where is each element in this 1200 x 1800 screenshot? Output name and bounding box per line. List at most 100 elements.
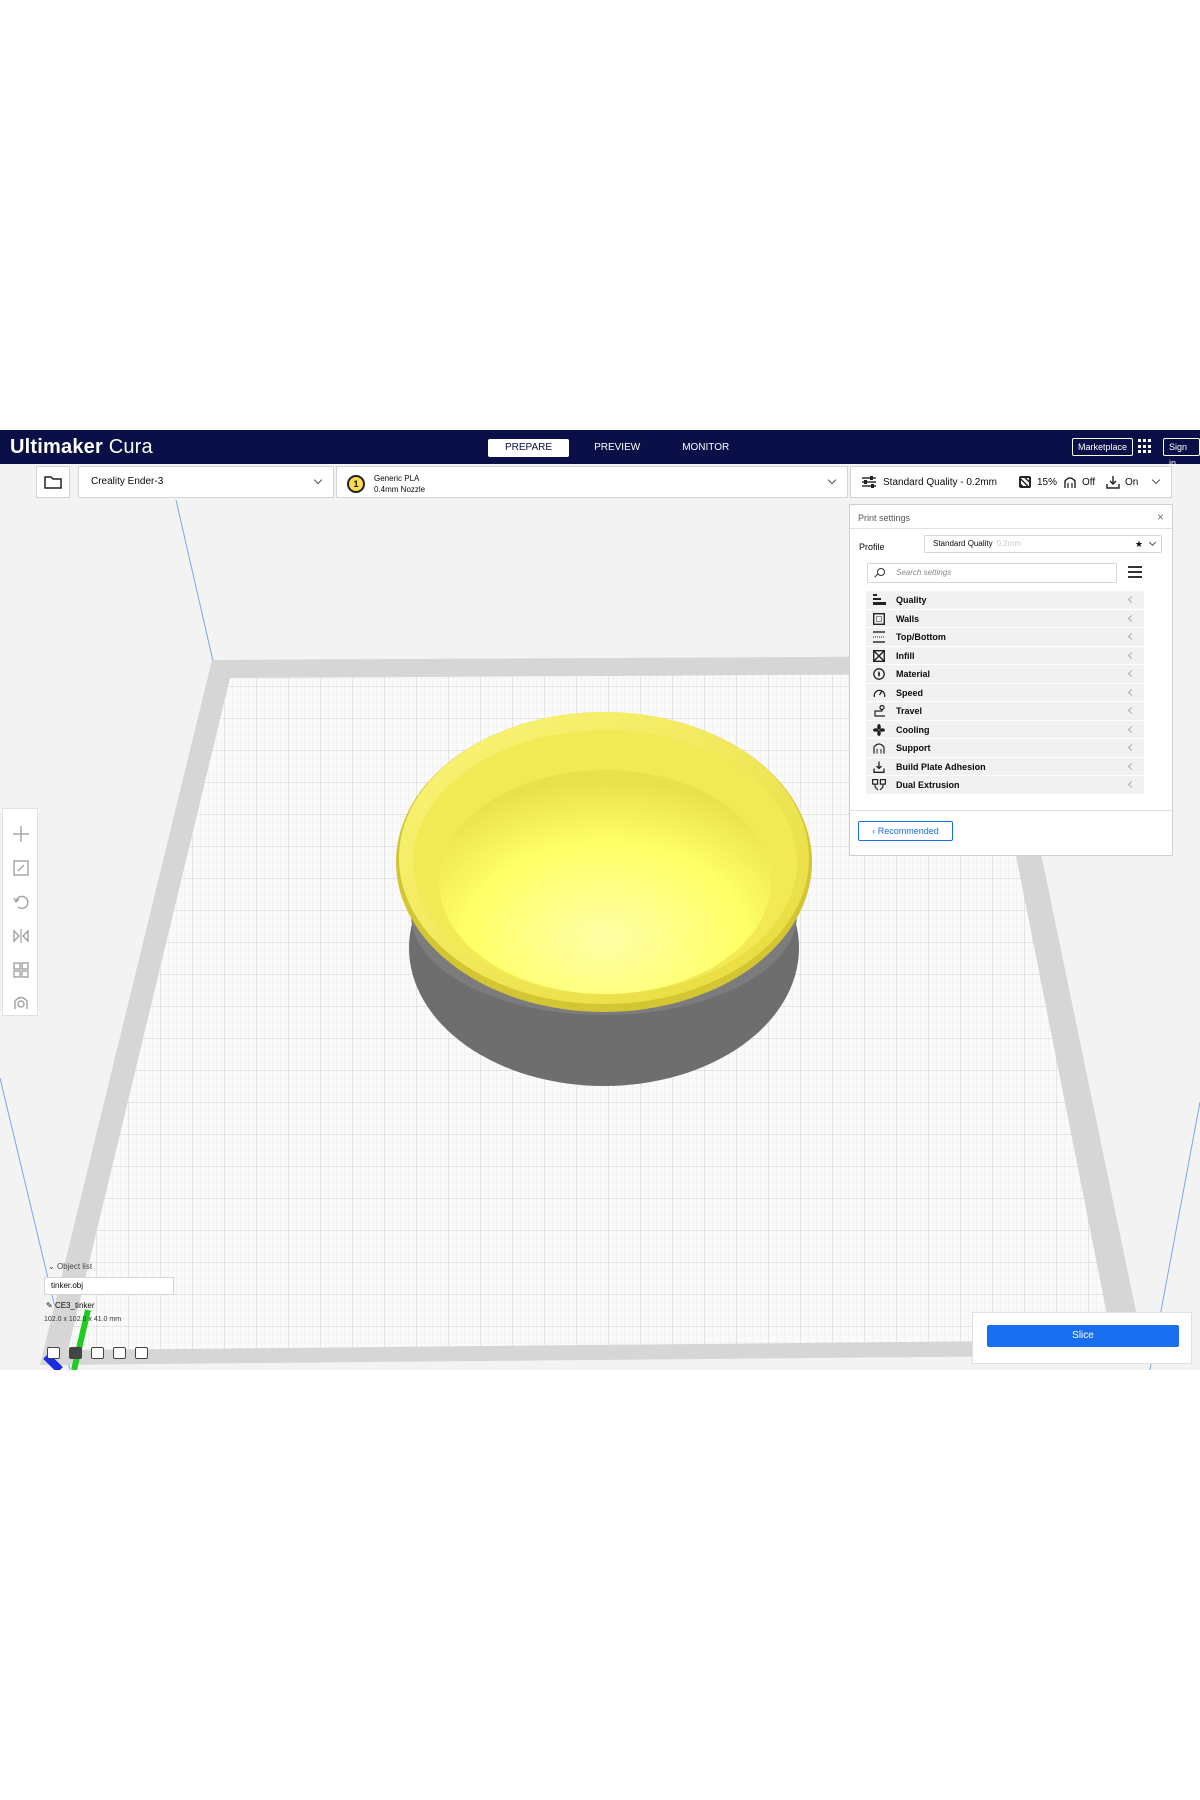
chevron-down-icon — [827, 475, 837, 485]
chevron-left-icon — [1127, 595, 1136, 604]
chevron-left-icon — [1127, 743, 1136, 752]
category-dual-extrusion[interactable]: Dual Extrusion — [866, 776, 1144, 795]
star-icon[interactable]: ★ — [1135, 536, 1143, 552]
chevron-left-icon — [1127, 651, 1136, 659]
settings-categories: Quality Walls Top/Bottom Infill Material… — [866, 591, 1144, 795]
left-view-icon[interactable] — [113, 1347, 126, 1359]
tool-rail — [2, 808, 38, 1016]
chevron-left-icon — [1127, 632, 1136, 641]
material-name: Generic PLA — [374, 474, 420, 483]
adhesion-value: On — [1125, 476, 1139, 488]
support-blocker-icon[interactable] — [12, 993, 30, 1011]
infill-value: 15% — [1037, 476, 1058, 488]
job-toolbar: Creality Ender-3 1 Generic PLA 0.4mm Noz… — [0, 464, 1200, 500]
front-view-icon[interactable] — [69, 1347, 82, 1359]
category-material[interactable]: Material — [866, 665, 1144, 684]
settings-visibility-menu-icon[interactable] — [1128, 566, 1142, 578]
chevron-down-icon — [313, 475, 323, 485]
print-settings-selector[interactable]: Standard Quality - 0.2mm 15% Off On — [850, 466, 1172, 498]
cooling-icon — [872, 723, 886, 736]
chevron-down-icon — [1151, 475, 1161, 485]
scale-tool-icon[interactable] — [12, 859, 30, 877]
rotate-tool-icon[interactable] — [12, 893, 30, 911]
object-dimensions: 102.0 x 102.0 x 41.0 mm — [44, 1316, 122, 1323]
right-view-icon[interactable] — [135, 1347, 148, 1359]
3d-view-icon[interactable] — [47, 1347, 60, 1359]
infill-icon — [1019, 476, 1031, 488]
open-file-button[interactable] — [36, 466, 70, 498]
object-list: ⌄ Object list tinker.obj ✎ CE3_tinker 10… — [44, 1262, 194, 1323]
support-value: Off — [1082, 476, 1096, 488]
material-selector[interactable]: 1 Generic PLA 0.4mm Nozzle — [336, 466, 848, 498]
job-name[interactable]: ✎ CE3_tinker — [46, 1301, 194, 1310]
chevron-down-icon — [1148, 538, 1157, 547]
sign-in-button[interactable]: Sign in — [1163, 438, 1200, 468]
walls-icon — [872, 612, 886, 625]
close-icon[interactable]: × — [1157, 510, 1164, 524]
object-list-item[interactable]: tinker.obj — [44, 1277, 174, 1295]
category-walls[interactable]: Walls — [866, 609, 1144, 628]
sliders-icon — [862, 476, 876, 488]
tab-preview[interactable]: PREVIEW — [577, 439, 657, 457]
search-placeholder: Search settings — [896, 568, 952, 577]
view-orientation-buttons — [47, 1347, 148, 1359]
printer-name: Creality Ender-3 — [91, 476, 164, 487]
category-build-plate-adhesion[interactable]: Build Plate Adhesion — [866, 757, 1144, 776]
tab-prepare[interactable]: PREPARE — [488, 439, 570, 457]
per-model-settings-icon[interactable] — [12, 961, 30, 979]
chevron-left-icon — [1127, 614, 1136, 622]
folder-icon — [44, 476, 62, 489]
material-icon — [872, 668, 886, 680]
pencil-icon: ✎ — [46, 1301, 53, 1310]
category-speed[interactable]: Speed — [866, 683, 1144, 702]
category-travel[interactable]: Travel — [866, 702, 1144, 721]
chevron-left-icon — [1127, 669, 1136, 678]
support-icon — [872, 742, 886, 754]
top-view-icon[interactable] — [91, 1347, 104, 1359]
quality-icon — [872, 594, 886, 606]
profile-suffix: 0.2mm — [996, 539, 1022, 548]
stage-tabs: PREPARE PREVIEW MONITOR — [488, 439, 746, 457]
chevron-left-icon — [1127, 762, 1136, 770]
category-quality[interactable]: Quality — [866, 591, 1144, 610]
support-icon — [1064, 477, 1076, 488]
tab-monitor[interactable]: MONITOR — [665, 439, 746, 457]
slice-button[interactable]: Slice — [987, 1325, 1179, 1347]
chevron-down-icon: ⌄ — [48, 1262, 55, 1271]
category-infill[interactable]: Infill — [866, 646, 1144, 665]
extruder-badge: 1 — [347, 475, 365, 493]
cura-window: Ultimaker Cura PREPARE PREVIEW MONITOR M… — [0, 430, 1200, 1370]
nozzle-name: 0.4mm Nozzle — [374, 485, 426, 494]
chevron-left-icon — [1127, 688, 1136, 696]
app-header: Ultimaker Cura PREPARE PREVIEW MONITOR M… — [0, 430, 1200, 468]
build-plate-adhesion-icon — [872, 761, 886, 773]
panel-title: Print settings — [858, 513, 911, 523]
category-top-bottom[interactable]: Top/Bottom — [866, 628, 1144, 647]
category-cooling[interactable]: Cooling — [866, 720, 1144, 739]
apps-grid-icon[interactable] — [1138, 439, 1153, 454]
travel-icon — [872, 705, 886, 717]
profile-dropdown[interactable]: Standard Quality 0.2mm ★ — [924, 535, 1162, 553]
category-support[interactable]: Support — [866, 739, 1144, 758]
search-icon — [877, 568, 885, 576]
speed-icon — [872, 687, 886, 699]
move-tool-icon[interactable] — [12, 825, 30, 843]
adhesion-icon — [1106, 476, 1120, 489]
infill-icon — [872, 649, 886, 662]
mirror-tool-icon[interactable] — [12, 927, 30, 945]
quality-summary: Standard Quality - 0.2mm — [883, 476, 997, 488]
object-list-header[interactable]: ⌄ Object list — [48, 1262, 194, 1271]
search-settings-input[interactable]: Search settings — [867, 563, 1117, 583]
profile-label: Profile — [859, 542, 885, 552]
top-bottom-icon — [872, 631, 886, 643]
marketplace-button[interactable]: Marketplace — [1072, 438, 1134, 456]
slice-panel: Slice — [972, 1312, 1192, 1364]
recommended-mode-button[interactable]: ‹ Recommended — [858, 821, 953, 841]
chevron-left-icon — [1127, 780, 1136, 789]
chevron-left-icon — [1127, 706, 1136, 715]
profile-value: Standard Quality — [933, 539, 993, 548]
app-logo: Ultimaker Cura — [10, 436, 153, 458]
printer-selector[interactable]: Creality Ender-3 — [78, 466, 334, 498]
dual-extrusion-icon — [872, 779, 886, 791]
chevron-left-icon — [1127, 725, 1136, 733]
